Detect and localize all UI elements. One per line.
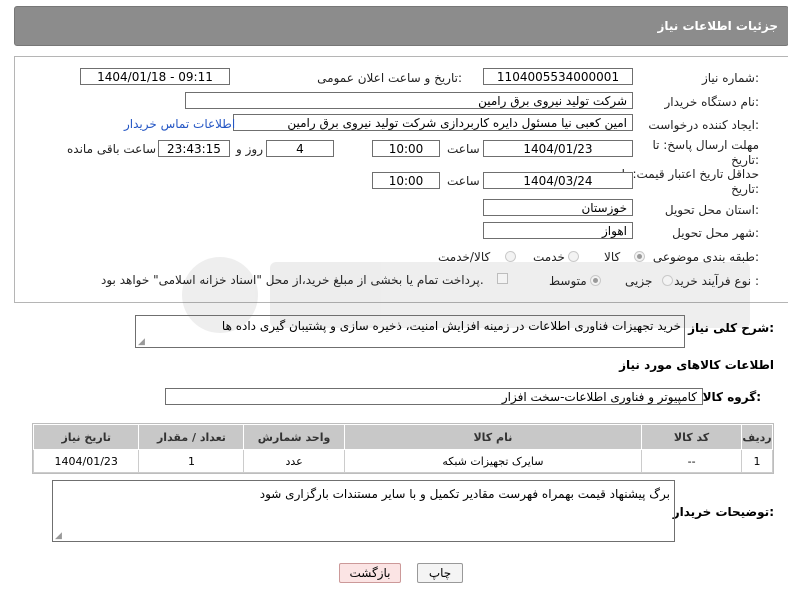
remaining-time-field: 23:43:15 bbox=[158, 140, 230, 157]
category-label: طبقه بندی موضوعی: bbox=[652, 250, 759, 264]
province-field: خوزستان bbox=[483, 199, 633, 216]
resize-handle-icon[interactable]: ◢ bbox=[138, 337, 145, 347]
table-cell: 1404/01/23 bbox=[32, 449, 140, 473]
need-number-field: 1104005534000001 bbox=[483, 68, 633, 85]
deadline-time-field: 10:00 bbox=[372, 140, 440, 157]
creator-label: ایجاد کننده درخواست: bbox=[648, 118, 759, 132]
page-title: جزئیات اطلاعات نیاز bbox=[657, 19, 778, 33]
category-radio-service[interactable] bbox=[568, 251, 579, 262]
validity-time-word: ساعت bbox=[447, 174, 480, 188]
column-header: کد کالا bbox=[641, 424, 743, 450]
description-text: خرید تجهیزات فناوری اطلاعات در زمینه افز… bbox=[221, 319, 681, 333]
process-type-label: نوع فرآیند خرید : bbox=[674, 274, 759, 288]
city-label: شهر محل تحویل: bbox=[672, 226, 759, 240]
remaining-word: ساعت باقی مانده bbox=[67, 142, 157, 156]
column-header: نام کالا bbox=[343, 424, 643, 450]
process-option-medium: متوسط bbox=[549, 274, 587, 288]
column-header: واحد شمارش bbox=[243, 424, 345, 450]
buyer-notes-text: برگ پیشنهاد قیمت بهمراه فهرست مقادیر تکم… bbox=[259, 487, 670, 501]
table-cell: 1 bbox=[138, 449, 245, 473]
creator-field: امین کعبی نیا مسئول دایره کاربردازی شرکت… bbox=[233, 114, 633, 131]
category-radio-goods[interactable] bbox=[634, 251, 645, 262]
goods-group-label: گروه کالا: bbox=[702, 390, 761, 404]
column-header: تاریخ نیاز bbox=[32, 424, 140, 450]
process-radio-medium[interactable] bbox=[590, 275, 601, 286]
goods-section-title: اطلاعات کالاهای مورد نیاز bbox=[619, 358, 774, 372]
announce-date-label: تاریخ و ساعت اعلان عمومی: bbox=[317, 71, 462, 85]
category-option-service: خدمت bbox=[533, 250, 565, 264]
category-option-both: کالا/خدمت bbox=[438, 250, 491, 264]
column-header: ردیف bbox=[741, 424, 773, 450]
deadline-date-field: 1404/01/23 bbox=[483, 140, 633, 157]
description-textarea[interactable]: خرید تجهیزات فناوری اطلاعات در زمینه افز… bbox=[135, 315, 685, 348]
goods-group-field: کامپیوتر و فناوری اطلاعات-سخت افزار bbox=[165, 388, 703, 405]
table-cell: سایرک تجهیزات شبکه bbox=[343, 449, 643, 473]
back-button[interactable]: بازگشت bbox=[339, 563, 401, 583]
description-label: شرح کلی نیاز: bbox=[688, 321, 774, 335]
province-label: استان محل تحویل: bbox=[664, 203, 759, 217]
print-button[interactable]: چاپ bbox=[417, 563, 463, 583]
category-radio-both[interactable] bbox=[505, 251, 516, 262]
validity-time-field: 10:00 bbox=[372, 172, 440, 189]
validity-date-field: 1404/03/24 bbox=[483, 172, 633, 189]
deadline-label: مهلت ارسال پاسخ: تا تاریخ: bbox=[652, 138, 759, 167]
buyer-notes-label: توضیحات خریدار: bbox=[672, 505, 774, 519]
process-radio-minor[interactable] bbox=[662, 275, 673, 286]
column-header: تعداد / مقدار bbox=[138, 424, 245, 450]
table-cell: -- bbox=[641, 449, 743, 473]
announce-date-field: 1404/01/18 - 09:11 bbox=[80, 68, 230, 85]
resize-handle-icon[interactable]: ◢ bbox=[55, 531, 62, 541]
days-word: روز و bbox=[236, 142, 263, 156]
process-option-minor: جزیی bbox=[625, 274, 653, 288]
category-option-goods: کالا bbox=[604, 250, 621, 264]
deadline-time-word: ساعت bbox=[447, 142, 480, 156]
city-field: اهواز bbox=[483, 222, 633, 239]
table-header-row: ردیف کد کالا نام کالا واحد شمارش تعداد /… bbox=[32, 424, 773, 450]
treasury-payment-note: پرداخت تمام یا بخشی از مبلغ خرید،از محل … bbox=[101, 273, 484, 287]
validity-label: حداقل تاریخ اعتبار قیمت: تا تاریخ: bbox=[621, 167, 759, 196]
table-cell: 1 bbox=[741, 449, 773, 473]
buyer-notes-textarea[interactable]: برگ پیشنهاد قیمت بهمراه فهرست مقادیر تکم… bbox=[52, 480, 675, 542]
days-remaining-field: 4 bbox=[266, 140, 334, 157]
goods-table: ردیف کد کالا نام کالا واحد شمارش تعداد /… bbox=[32, 423, 774, 474]
buyer-org-field: شرکت تولید نیروی برق رامین bbox=[185, 92, 633, 109]
table-row: 1 -- سایرک تجهیزات شبکه عدد 1 1404/01/23 bbox=[32, 449, 773, 473]
buyer-org-label: نام دستگاه خریدار: bbox=[664, 95, 760, 109]
table-cell: عدد bbox=[243, 449, 345, 473]
need-number-label: شماره نیاز: bbox=[701, 71, 759, 85]
treasury-payment-checkbox[interactable] bbox=[497, 273, 508, 284]
buyer-contact-link[interactable]: اطلاعات تماس خریدار bbox=[124, 117, 235, 131]
page-header: جزئیات اطلاعات نیاز bbox=[14, 6, 788, 46]
